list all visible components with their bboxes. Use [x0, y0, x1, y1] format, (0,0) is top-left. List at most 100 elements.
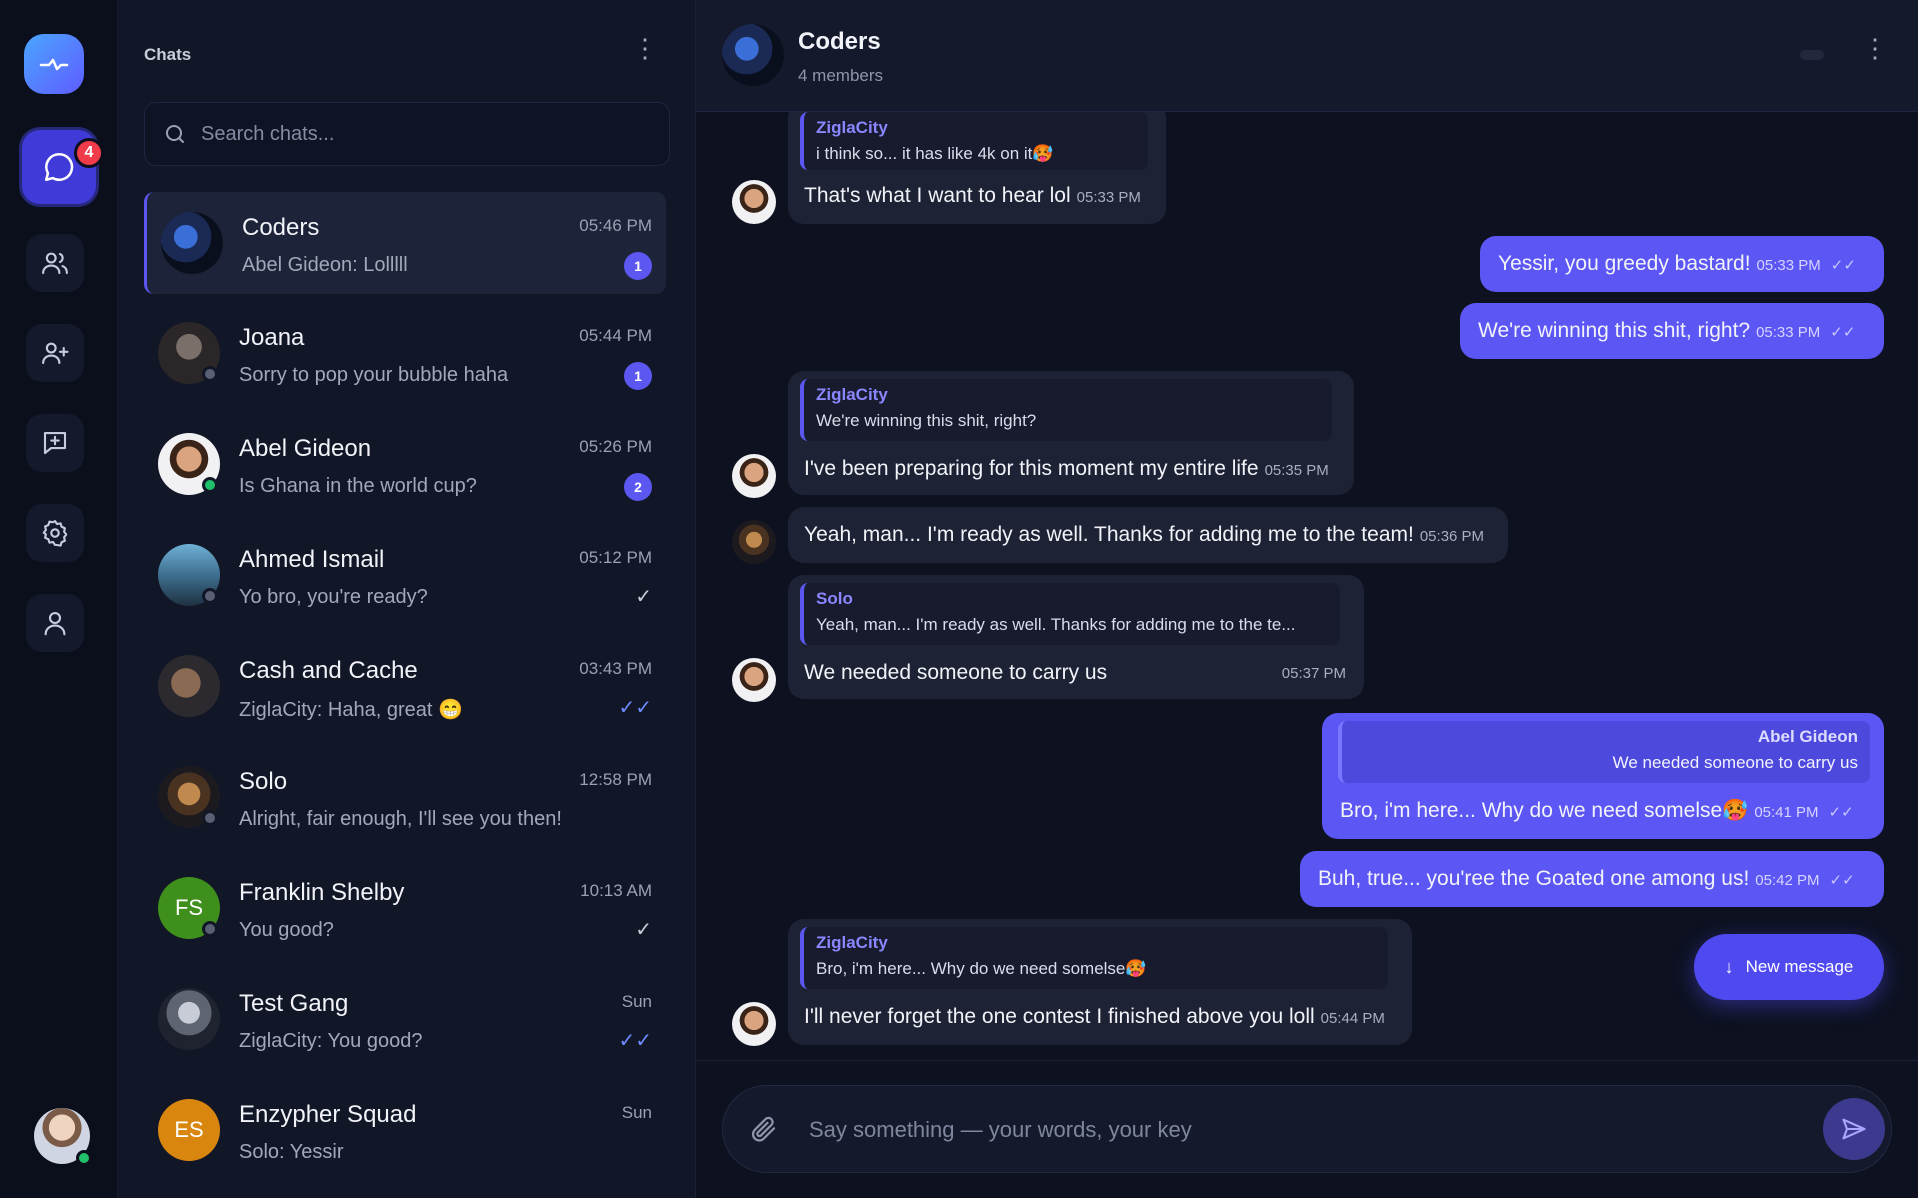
chat-list-item[interactable]: Ahmed Ismail 05:12 PM Yo bro, you're rea… — [144, 524, 666, 626]
message-bubble[interactable]: ZiglaCity Bro, i'm here... Why do we nee… — [788, 919, 1412, 1045]
current-user-avatar[interactable] — [34, 1108, 92, 1166]
reply-quote[interactable]: ZiglaCity Bro, i'm here... Why do we nee… — [800, 927, 1388, 989]
rail-profile-button[interactable] — [26, 594, 84, 652]
new-message-button[interactable]: ↓ New message — [1694, 934, 1884, 1000]
sidebar-title: Chats — [144, 45, 192, 64]
message-time: 05:41 PM — [1754, 804, 1819, 821]
message-bubble[interactable]: ZiglaCity i think so... it has like 4k o… — [788, 112, 1166, 224]
paperclip-icon[interactable] — [749, 1114, 779, 1144]
send-button[interactable] — [1823, 1098, 1885, 1160]
sender-avatar[interactable] — [732, 520, 776, 564]
gear-icon — [42, 520, 68, 547]
arrow-down-icon: ↓ — [1724, 956, 1734, 977]
add-user-icon — [42, 342, 69, 365]
chat-avatar — [158, 655, 220, 717]
chat-list-item[interactable]: Cash and Cache 03:43 PM ZiglaCity: Haha,… — [144, 635, 666, 737]
rail-contacts-button[interactable] — [26, 234, 84, 292]
user-icon — [44, 611, 66, 636]
message-list[interactable]: ZiglaCity i think so... it has like 4k o… — [696, 112, 1918, 1060]
message-text: Yessir, you greedy bastard! 05:33 PM ✓✓ — [1498, 252, 1856, 275]
message-bubble[interactable]: Yessir, you greedy bastard! 05:33 PM ✓✓ — [1480, 236, 1884, 292]
message-text: Buh, true... you'ree the Goated one amon… — [1318, 867, 1855, 890]
conversation-more-icon[interactable]: ⋮ — [1862, 35, 1888, 61]
message-input[interactable] — [809, 1112, 1769, 1148]
message-time: 05:37 PM — [1281, 665, 1346, 682]
chat-list-item[interactable]: Solo 12:58 PM Alright, fair enough, I'll… — [144, 746, 666, 848]
sender-avatar[interactable] — [732, 180, 776, 224]
chat-list-item[interactable]: ES Enzypher Squad Sun Solo: Yessir — [144, 1079, 666, 1181]
unread-badge: 1 — [624, 362, 652, 390]
quote-text: Bro, i'm here... Why do we need somelse🥵 — [816, 959, 1147, 978]
read-double-check-icon: ✓✓ — [1830, 257, 1856, 274]
message-bubble[interactable]: We're winning this shit, right? 05:33 PM ✓… — [1460, 303, 1884, 359]
sent-check-icon: ✓ — [635, 586, 652, 608]
read-double-check-icon: ✓✓ — [618, 1030, 652, 1052]
conversation-panel: Coders 4 members ⋮ ZiglaCity i think so.… — [696, 0, 1918, 1198]
chat-preview: Abel Gideon: Lolllll — [242, 254, 408, 276]
app-logo[interactable] — [24, 34, 84, 94]
chat-preview: ZiglaCity: You good? — [239, 1030, 423, 1052]
rail-chats-button[interactable]: 4 — [22, 130, 104, 204]
chat-name: Solo — [239, 768, 288, 795]
conversation-title: Coders — [798, 28, 881, 55]
reply-quote[interactable]: Abel Gideon We needed someone to carry u… — [1338, 721, 1870, 783]
chat-name: Cash and Cache — [239, 657, 418, 684]
reply-quote[interactable]: ZiglaCity i think so... it has like 4k o… — [800, 112, 1148, 170]
sender-avatar[interactable] — [732, 454, 776, 498]
chat-list-item[interactable]: Abel Gideon 05:26 PM Is Ghana in the wor… — [144, 413, 666, 515]
reply-quote[interactable]: ZiglaCity We're winning this shit, right… — [800, 379, 1332, 441]
search-box[interactable] — [144, 102, 670, 166]
unread-count-badge: 4 — [74, 138, 104, 168]
send-icon — [1842, 1118, 1866, 1140]
chat-preview: Alright, fair enough, I'll see you then! — [239, 808, 562, 830]
sent-check-icon: ✓ — [635, 919, 652, 941]
composer-area — [696, 1060, 1918, 1198]
chat-list-item[interactable]: Coders 05:46 PM Abel Gideon: Lolllll 1 — [144, 192, 666, 294]
message-text: Yeah, man... I'm ready as well. Thanks f… — [804, 523, 1485, 546]
chat-app: 4 Chats ⋮ Coders 05: — [0, 0, 1918, 1198]
message-bubble[interactable]: Buh, true... you'ree the Goated one amon… — [1300, 851, 1884, 907]
chat-time: 05:12 PM — [579, 548, 652, 567]
rail-settings-button[interactable] — [26, 504, 84, 562]
chat-time: 05:46 PM — [579, 216, 652, 235]
chat-time: 05:26 PM — [579, 437, 652, 456]
chat-preview: You good? — [239, 919, 334, 941]
read-double-check-icon: ✓✓ — [618, 697, 652, 719]
chat-list-item[interactable]: Joana 05:44 PM Sorry to pop your bubble … — [144, 302, 666, 404]
quote-text: We're winning this shit, right? — [816, 411, 1037, 430]
search-input[interactable] — [201, 122, 621, 146]
group-avatar[interactable] — [722, 24, 784, 86]
chat-time: Sun — [621, 1103, 652, 1122]
message-composer[interactable] — [722, 1085, 1892, 1173]
chat-name: Joana — [239, 324, 305, 351]
reply-quote[interactable]: Solo Yeah, man... I'm ready as well. Tha… — [800, 583, 1340, 645]
chat-time: 10:13 AM — [580, 881, 652, 900]
chat-name: Ahmed Ismail — [239, 546, 385, 573]
sidebar-more-icon[interactable]: ⋮ — [632, 35, 658, 61]
message-bubble[interactable]: Solo Yeah, man... I'm ready as well. Tha… — [788, 575, 1364, 699]
message-time: 05:33 PM — [1756, 257, 1821, 274]
message-bubble[interactable]: Yeah, man... I'm ready as well. Thanks f… — [788, 507, 1508, 563]
chat-name: Abel Gideon — [239, 435, 372, 462]
pulse-icon — [39, 58, 69, 71]
chat-time: Sun — [621, 992, 652, 1011]
message-text: That's what I want to hear lol 05:33 PM — [804, 184, 1141, 207]
rail-new-chat-button[interactable] — [26, 414, 84, 472]
typing-indicator — [1800, 50, 1824, 60]
offline-status-dot — [202, 810, 218, 826]
sender-avatar[interactable] — [732, 658, 776, 702]
chat-list-sidebar: Chats ⋮ Coders 05:46 PM Abel Gideon: Lol… — [118, 0, 696, 1198]
read-double-check-icon: ✓✓ — [1830, 324, 1856, 341]
quote-text: We needed someone to carry us — [1612, 753, 1858, 772]
message-time: 05:35 PM — [1264, 462, 1329, 479]
message-bubble[interactable]: ZiglaCity We're winning this shit, right… — [788, 371, 1354, 495]
chat-preview: Sorry to pop your bubble haha — [239, 364, 509, 386]
sender-avatar[interactable] — [732, 1002, 776, 1046]
quote-author: ZiglaCity — [816, 933, 888, 952]
read-double-check-icon: ✓✓ — [1828, 804, 1854, 821]
chat-list-item[interactable]: FS Franklin Shelby 10:13 AM You good? ✓ — [144, 857, 666, 959]
chat-list-item[interactable]: Test Gang Sun ZiglaCity: You good? ✓✓ — [144, 968, 666, 1070]
message-bubble[interactable]: Abel Gideon We needed someone to carry u… — [1322, 713, 1884, 839]
rail-add-contact-button[interactable] — [26, 324, 84, 382]
chat-avatar — [161, 212, 223, 274]
